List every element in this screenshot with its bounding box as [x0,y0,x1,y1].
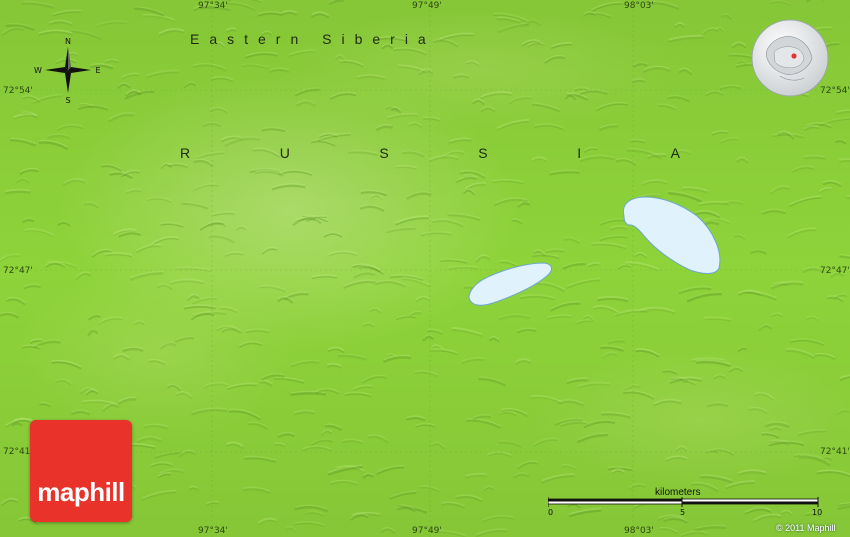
scale-tick: 5 [680,508,686,517]
country-letter: R [180,145,191,161]
longitude-label: 97°49' [412,1,442,11]
region-label: Eastern Siberia [190,31,436,47]
copyright: © 2011 Maphill [776,523,836,533]
latitude-label: 72°41' [3,447,33,457]
scale-title: kilometers [655,487,701,498]
country-letter: I [577,145,582,161]
longitude-label: 97°49' [412,526,442,536]
country-letter: A [670,145,680,161]
relief-stroke [707,403,728,408]
compass-north: N [65,37,71,46]
logo-text: maphill [37,477,125,507]
longitude-label: 98°03' [624,526,654,536]
latitude-label: 72°47' [3,266,33,276]
country-letter: S [379,145,389,161]
locator-globe-icon [751,19,829,97]
latitude-label: 72°54' [3,86,33,96]
longitude-label: 97°34' [198,1,228,11]
longitude-label: 97°34' [198,526,228,536]
longitude-label: 98°03' [624,1,654,11]
relief-stroke [803,156,826,160]
compass-west: W [34,66,42,75]
compass-south: S [65,96,70,105]
relief-stroke [290,392,327,396]
country-letter: U [279,145,290,161]
latitude-label: 72°47' [820,266,850,276]
maphill-logo[interactable]: maphill [30,420,132,522]
compass-rose-icon: N S W E [34,37,100,105]
compass-east: E [95,66,100,75]
country-label: R U S S I A [180,145,680,161]
scale-tick: 0 [548,508,554,517]
country-letter: S [478,145,488,161]
latitude-label: 72°41' [820,447,850,457]
scale-tick: 10 [812,508,823,517]
